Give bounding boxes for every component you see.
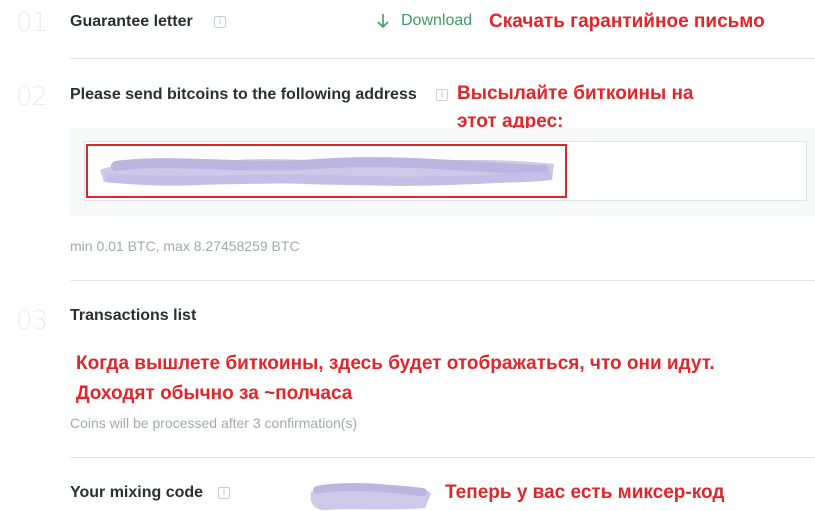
- download-link[interactable]: Download: [375, 12, 472, 30]
- info-icon[interactable]: i: [218, 487, 230, 499]
- divider: [70, 58, 815, 59]
- mixing-code-label: Your mixing code: [70, 484, 204, 501]
- transactions-note: Coins will be processed after 3 confirma…: [70, 415, 358, 431]
- info-icon[interactable]: i: [214, 16, 226, 28]
- annotation-send-line1: Высылайте биткоины на: [457, 83, 694, 104]
- address-limits: min 0.01 BTC, max 8.27458259 BTC: [70, 238, 300, 254]
- step-number-01: 01: [16, 8, 48, 38]
- step-number-02: 02: [16, 82, 48, 112]
- send-address-label: Please send bitcoins to the following ad…: [70, 86, 417, 103]
- mixing-code-redaction: [310, 482, 431, 510]
- download-arrow-icon: [375, 12, 391, 30]
- info-icon[interactable]: i: [436, 89, 448, 101]
- download-label: Download: [401, 12, 473, 29]
- address-highlight-box: [86, 144, 567, 198]
- annotation-download-letter: Скачать гарантийное письмо: [489, 11, 765, 32]
- annotation-transactions-line1: Когда вышлете биткоины, здесь будет отоб…: [76, 353, 715, 374]
- guarantee-letter-label: Guarantee letter: [70, 13, 193, 30]
- annotation-transactions-line2: Доходят обычно за ~полчаса: [76, 383, 353, 404]
- transactions-list-label: Transactions list: [70, 307, 197, 324]
- divider: [70, 457, 815, 458]
- annotation-mixing-code: Теперь у вас есть миксер-код: [445, 482, 725, 503]
- step-number-03: 03: [16, 306, 48, 336]
- divider: [70, 280, 815, 281]
